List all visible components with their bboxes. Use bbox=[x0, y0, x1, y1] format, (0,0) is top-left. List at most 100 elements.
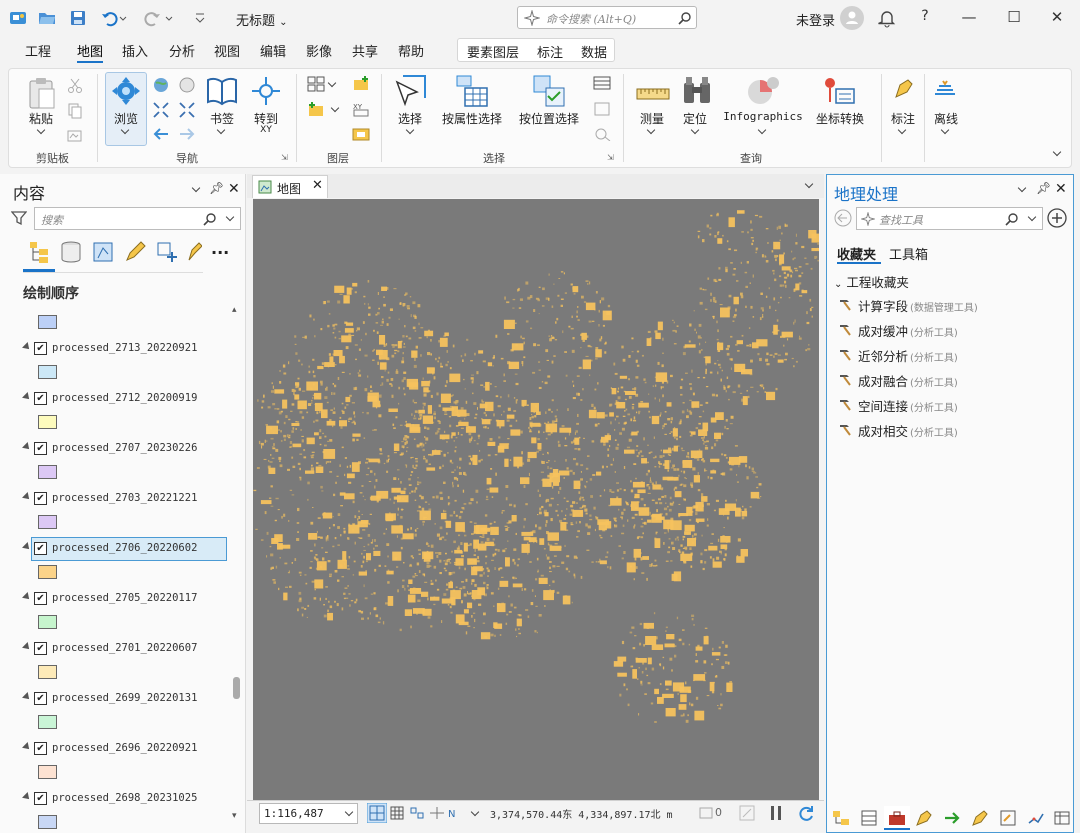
notification-bell-icon[interactable] bbox=[878, 8, 896, 28]
list-by-selection-icon[interactable] bbox=[92, 240, 114, 264]
copy-icon[interactable] bbox=[67, 103, 83, 119]
attributes-icon[interactable] bbox=[593, 76, 611, 90]
tab-toolboxes[interactable]: 工具箱 bbox=[889, 244, 928, 263]
layer-symbol-swatch[interactable] bbox=[38, 515, 57, 529]
project-favorites-group[interactable]: ⌄ 工程收藏夹 bbox=[834, 272, 909, 291]
collapse-arrow-icon[interactable] bbox=[22, 392, 32, 402]
table-icon[interactable] bbox=[860, 809, 878, 827]
layer-visibility-checkbox[interactable]: ✔ bbox=[34, 742, 47, 755]
map-canvas[interactable] bbox=[253, 199, 819, 800]
tab-imagery[interactable]: 影像 bbox=[306, 41, 332, 60]
labeling-button[interactable]: 标注 bbox=[883, 110, 923, 127]
infographics-button[interactable]: Infographics bbox=[722, 110, 804, 123]
tab-project[interactable]: 工程 bbox=[25, 41, 51, 60]
layer-symbol-swatch[interactable] bbox=[38, 365, 57, 379]
layer-symbol-swatch[interactable] bbox=[38, 315, 57, 329]
list-by-labeling-icon[interactable] bbox=[186, 240, 202, 264]
zoom-in-fixed-icon[interactable] bbox=[152, 101, 170, 119]
dialog-launcher-icon[interactable]: ⇲ bbox=[607, 153, 614, 162]
constraints-icon[interactable] bbox=[429, 806, 445, 820]
redo-dropdown-icon[interactable] bbox=[164, 9, 174, 27]
fixed-zoom-icon[interactable] bbox=[178, 76, 196, 94]
next-extent-icon[interactable] bbox=[178, 126, 196, 142]
layer-symbol-swatch[interactable] bbox=[38, 665, 57, 679]
maximize-button[interactable]: ☐ bbox=[1003, 8, 1025, 28]
help-button[interactable]: ? bbox=[914, 8, 936, 28]
create-features-icon[interactable] bbox=[999, 809, 1017, 827]
locate-button[interactable]: 定位 bbox=[675, 110, 715, 127]
add-graphics-icon[interactable] bbox=[352, 126, 370, 142]
customize-toolbar-icon[interactable] bbox=[193, 9, 207, 27]
north-arrow-icon[interactable]: N bbox=[448, 806, 464, 820]
find-tools-input[interactable]: 查找工具 bbox=[856, 207, 1043, 230]
measure-button[interactable]: 测量 bbox=[632, 110, 672, 127]
layer-item[interactable]: ✔ processed_2707_20230226 bbox=[20, 437, 230, 461]
layer-visibility-checkbox[interactable]: ✔ bbox=[34, 592, 47, 605]
layer-item[interactable]: ✔ processed_2703_20221221 bbox=[20, 487, 230, 511]
offline-button[interactable]: 离线 bbox=[926, 110, 966, 127]
scroll-down-icon[interactable]: ▾ bbox=[232, 811, 237, 821]
xy-table-icon[interactable]: XY bbox=[352, 101, 370, 117]
select-by-location-button[interactable]: 按位置选择 bbox=[515, 110, 583, 127]
layer-visibility-checkbox[interactable]: ✔ bbox=[34, 392, 47, 405]
pause-drawing-icon[interactable] bbox=[769, 805, 783, 821]
tab-analysis[interactable]: 分析 bbox=[169, 41, 195, 60]
layer-visibility-checkbox[interactable]: ✔ bbox=[34, 342, 47, 355]
add-tool-icon[interactable] bbox=[1047, 208, 1067, 228]
add-preset-icon[interactable] bbox=[307, 102, 325, 118]
layer-item[interactable]: ✔ processed_2696_20220921 bbox=[20, 737, 230, 761]
catalog-icon[interactable] bbox=[832, 809, 850, 827]
pin-icon[interactable]: 📌︎ bbox=[1036, 181, 1051, 195]
layer-visibility-checkbox[interactable]: ✔ bbox=[34, 542, 47, 555]
back-arrow-icon[interactable] bbox=[834, 209, 852, 227]
scroll-up-icon[interactable]: ▴ bbox=[232, 305, 237, 315]
layer-visibility-checkbox[interactable]: ✔ bbox=[34, 692, 47, 705]
snapping-icon[interactable] bbox=[409, 806, 425, 820]
list-by-source-icon[interactable] bbox=[60, 240, 82, 264]
tab-labeling[interactable]: 标注 bbox=[537, 42, 563, 61]
list-by-editing-icon[interactable] bbox=[124, 240, 146, 264]
collapse-arrow-icon[interactable] bbox=[22, 342, 32, 352]
geoprocessing-switcher-active[interactable] bbox=[884, 806, 910, 830]
select-button[interactable]: 选择 bbox=[390, 110, 430, 127]
grid-snapping-icon[interactable] bbox=[367, 803, 387, 823]
close-map-tab-icon[interactable]: ✕ bbox=[312, 178, 323, 193]
tab-map-view[interactable]: 地图 ✕ bbox=[252, 175, 328, 198]
layer-symbol-swatch[interactable] bbox=[38, 815, 57, 829]
layer-symbol-swatch[interactable] bbox=[38, 415, 57, 429]
layer-visibility-checkbox[interactable]: ✔ bbox=[34, 642, 47, 655]
pin-icon[interactable]: 📌︎ bbox=[209, 181, 224, 195]
layer-visibility-checkbox[interactable]: ✔ bbox=[34, 492, 47, 505]
forward-arrow-icon[interactable] bbox=[943, 809, 961, 827]
tab-share[interactable]: 共享 bbox=[352, 41, 378, 60]
select-by-attributes-button[interactable]: 按属性选择 bbox=[438, 110, 506, 127]
collapse-arrow-icon[interactable] bbox=[22, 692, 32, 702]
undo-icon[interactable] bbox=[100, 9, 118, 27]
layer-item[interactable]: ✔ processed_2705_20220117 bbox=[20, 587, 230, 611]
collapse-arrow-icon[interactable] bbox=[22, 742, 32, 752]
symbology-icon[interactable] bbox=[915, 809, 933, 827]
bookmarks-button[interactable]: 书签 bbox=[202, 110, 242, 127]
selected-features-icon[interactable] bbox=[699, 806, 713, 820]
layer-item[interactable]: ✔ processed_2712_20200919 bbox=[20, 387, 230, 411]
tab-favorites[interactable]: 收藏夹 bbox=[837, 244, 876, 263]
zoom-to-selection-icon[interactable] bbox=[593, 127, 611, 141]
find-tools-dropdown-icon[interactable] bbox=[1027, 212, 1037, 222]
grid-icon[interactable] bbox=[390, 806, 404, 820]
close-window-button[interactable]: ✕ bbox=[1046, 8, 1068, 28]
layer-symbol-swatch[interactable] bbox=[38, 715, 57, 729]
save-icon[interactable] bbox=[69, 9, 87, 27]
layer-item[interactable]: ✔ processed_2713_20220921 bbox=[20, 337, 230, 361]
coordinate-conversion-button[interactable]: 坐标转换 bbox=[811, 110, 869, 127]
more-options-icon[interactable]: ··· bbox=[211, 243, 229, 262]
layer-visibility-checkbox[interactable]: ✔ bbox=[34, 792, 47, 805]
layer-symbol-swatch[interactable] bbox=[38, 615, 57, 629]
open-project-icon[interactable] bbox=[38, 9, 56, 27]
collapse-arrow-icon[interactable] bbox=[22, 442, 32, 452]
layer-symbol-swatch[interactable] bbox=[38, 565, 57, 579]
tab-insert[interactable]: 插入 bbox=[122, 41, 148, 60]
tab-feature-layer[interactable]: 要素图层 bbox=[467, 42, 519, 61]
map-scale-select[interactable]: 1:116,487 bbox=[259, 803, 358, 824]
contents-scrollbar[interactable]: ▴ ▾ bbox=[230, 305, 242, 825]
layer-item[interactable]: ✔ processed_2699_20220131 bbox=[20, 687, 230, 711]
